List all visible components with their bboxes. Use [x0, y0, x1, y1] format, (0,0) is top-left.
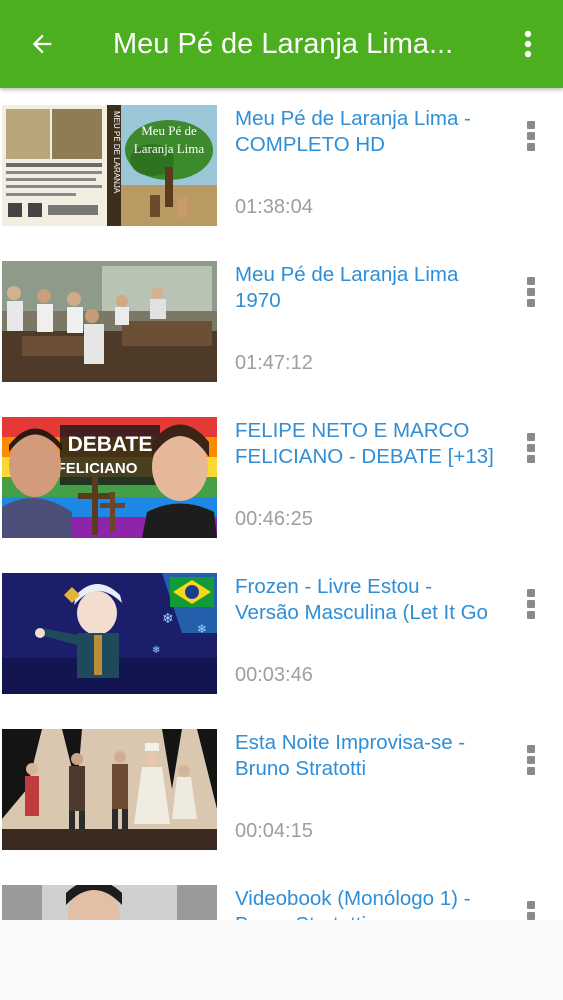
video-list[interactable]: MEU PÉ DE LARANJA Meu Pé de Laranja Lima… [0, 88, 563, 920]
video-duration: 00:03:46 [235, 664, 313, 686]
more-vert-icon [527, 121, 535, 151]
video-list-item[interactable]: Esta Noite Improvisa-se - Bruno Stratott… [0, 712, 563, 868]
video-thumbnail[interactable]: MEU PÉ DE LARANJA Meu Pé de Laranja Lima [2, 105, 217, 226]
thumbnail-text-debate: DEBATE [68, 433, 153, 456]
snowflake-icon: ❄ [197, 622, 207, 636]
more-vert-icon [527, 589, 535, 619]
overflow-menu-button[interactable] [508, 22, 548, 66]
video-title[interactable]: Meu Pé de Laranja Lima 1970 [235, 262, 497, 314]
item-menu-button[interactable] [516, 116, 546, 156]
video-list-item[interactable]: ❄ ❄ ❄ Frozen - Livre Estou - Versão Masc… [0, 556, 563, 712]
back-button[interactable] [18, 22, 66, 66]
video-title[interactable]: Frozen - Livre Estou - Versão Masculina … [235, 574, 497, 626]
page-title: Meu Pé de Laranja Lima... [113, 28, 454, 60]
video-thumbnail[interactable]: ❄ ❄ ❄ [2, 573, 217, 694]
video-title[interactable]: Videobook (Monólogo 1) - Bruno Stratotti [235, 886, 497, 920]
thumbnail-title-text-2: Laranja Lima [134, 141, 205, 156]
video-title[interactable]: Meu Pé de Laranja Lima - COMPLETO HD [235, 106, 497, 158]
thumbnail-title-text: Meu Pé de [141, 123, 197, 138]
item-menu-button[interactable] [516, 428, 546, 468]
snowflake-icon: ❄ [162, 611, 174, 627]
video-title[interactable]: FELIPE NETO E MARCO FELICIANO - DEBATE [… [235, 418, 497, 470]
video-thumbnail[interactable] [2, 885, 217, 920]
video-list-item[interactable]: Meu Pé de Laranja Lima 1970 01:47:12 [0, 244, 563, 400]
more-vert-icon [527, 745, 535, 775]
video-title[interactable]: Esta Noite Improvisa-se - Bruno Stratott… [235, 730, 497, 782]
video-list-item[interactable]: DEBATE FELICIANO FELIPE NETO E MARCO FEL… [0, 400, 563, 556]
more-vert-icon [527, 277, 535, 307]
snowflake-icon: ❄ [152, 645, 160, 656]
item-menu-button[interactable] [516, 896, 546, 920]
thumbnail-text-name: FELICIANO [57, 460, 138, 477]
item-menu-button[interactable] [516, 740, 546, 780]
app-bar: Meu Pé de Laranja Lima... [0, 0, 563, 88]
more-vert-icon [527, 433, 535, 463]
video-duration: 00:46:25 [235, 508, 313, 530]
item-menu-button[interactable] [516, 272, 546, 312]
thumbnail-side-text: MEU PÉ DE LARANJA [112, 111, 121, 194]
video-thumbnail[interactable] [2, 261, 217, 382]
video-list-item[interactable]: MEU PÉ DE LARANJA Meu Pé de Laranja Lima… [0, 88, 563, 244]
video-duration: 01:38:04 [235, 196, 313, 218]
more-vert-icon [527, 901, 535, 920]
video-thumbnail[interactable] [2, 729, 217, 850]
video-thumbnail[interactable]: DEBATE FELICIANO [2, 417, 217, 538]
arrow-left-icon [32, 34, 52, 54]
bottom-empty-area [0, 920, 563, 1000]
video-duration: 01:47:12 [235, 352, 313, 374]
item-menu-button[interactable] [516, 584, 546, 624]
video-duration: 00:04:15 [235, 820, 313, 842]
more-vert-icon [524, 30, 532, 58]
video-list-item[interactable]: Videobook (Monólogo 1) - Bruno Stratotti [0, 868, 563, 920]
